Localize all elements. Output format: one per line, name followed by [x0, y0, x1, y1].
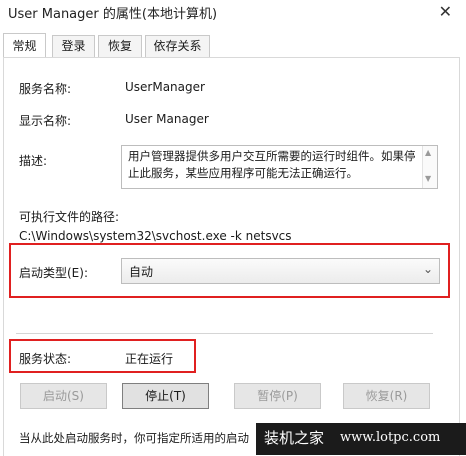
service-name-label: 服务名称: — [19, 82, 72, 96]
stop-button[interactable]: 停止(T) — [122, 383, 209, 409]
service-status-label: 服务状态: — [19, 352, 72, 366]
display-name-value: User Manager — [125, 112, 209, 126]
description-text: 用户管理器提供多用户交互所需要的运行时组件。如果停止此服务，某些应用程序可能无法… — [128, 149, 416, 180]
description-scrollbar[interactable]: ▲ ▼ — [422, 146, 437, 188]
tab-general[interactable]: 常规 — [3, 33, 46, 58]
startup-type-value: 自动 — [129, 265, 154, 279]
watermark: 装机之家 www.lotpc.com — [256, 423, 466, 455]
pause-button[interactable]: 暂停(P) — [234, 383, 321, 409]
description-box[interactable]: 用户管理器提供多用户交互所需要的运行时组件。如果停止此服务，某些应用程序可能无法… — [121, 145, 438, 189]
start-button[interactable]: 启动(S) — [20, 383, 107, 409]
chevron-down-icon: ⌄ — [422, 262, 433, 276]
resume-button[interactable]: 恢复(R) — [343, 383, 430, 409]
service-status-value: 正在运行 — [125, 352, 174, 366]
watermark-text: 装机之家 — [264, 429, 325, 447]
display-name-label: 显示名称: — [19, 114, 72, 128]
close-icon[interactable]: ✕ — [439, 2, 452, 21]
tab-recovery[interactable]: 恢复 — [98, 35, 142, 57]
scroll-down-icon[interactable]: ▼ — [425, 174, 431, 183]
startup-type-select[interactable]: 自动 ⌄ — [121, 258, 440, 284]
tab-logon[interactable]: 登录 — [52, 35, 95, 57]
title-bar: User Manager 的属性(本地计算机) ✕ — [0, 0, 466, 26]
description-label: 描述: — [19, 154, 48, 168]
service-name-value: UserManager — [125, 80, 205, 94]
window-title: User Manager 的属性(本地计算机) — [8, 7, 218, 22]
watermark-url: www.lotpc.com — [340, 430, 441, 445]
exe-path-label: 可执行文件的路径: — [19, 210, 120, 224]
tab-dependencies[interactable]: 依存关系 — [145, 35, 210, 57]
scroll-up-icon[interactable]: ▲ — [425, 148, 431, 157]
divider — [16, 333, 433, 334]
exe-path-value: C:\Windows\system32\svchost.exe -k netsv… — [19, 229, 292, 243]
footer-hint-text: 当从此处启动服务时，你可指定所适用的启动 — [19, 431, 249, 445]
startup-type-label: 启动类型(E): — [19, 266, 88, 280]
